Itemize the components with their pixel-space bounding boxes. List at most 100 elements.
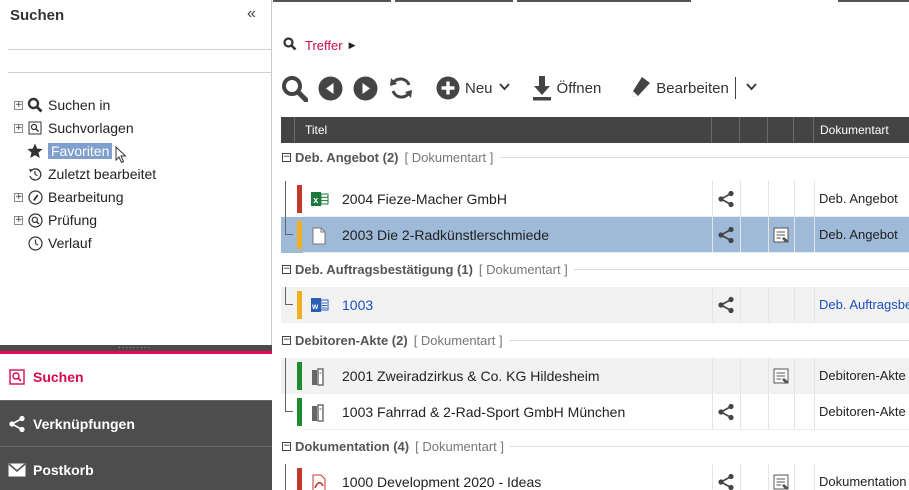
table-row[interactable]: w 1003 Deb. Auftragsbestätigung — [281, 287, 909, 323]
group-header[interactable]: − Deb. Angebot (2) [ Dokumentart ] — [281, 143, 909, 171]
results-panel: Treffer ▶ Neu Öffnen Bearbeiten Titel Do… — [273, 0, 909, 490]
column-header-share[interactable] — [712, 117, 740, 143]
refresh-icon — [390, 77, 412, 99]
status-bar — [297, 221, 302, 249]
share-cell[interactable] — [712, 394, 740, 430]
column-header-blank[interactable] — [794, 117, 814, 143]
tree-item-favoriten[interactable]: Favoriten — [14, 141, 128, 163]
tree-item-label: Verlauf — [48, 235, 92, 251]
table-row[interactable]: x 2004 Fieze-Macher GmbH Deb. Angebot — [281, 181, 909, 217]
review-icon — [27, 212, 43, 228]
excel-icon: x — [311, 191, 329, 207]
document-icon — [311, 227, 329, 245]
row-title: 1003 — [342, 297, 374, 313]
open-button[interactable]: Öffnen — [532, 75, 601, 101]
note-cell[interactable] — [768, 287, 794, 323]
group-type: [ Dokumentart ] — [478, 261, 568, 277]
status-bar — [297, 398, 302, 426]
row-doctype: Debitoren-Akte — [819, 368, 906, 383]
tree-item-label: Favoriten — [48, 143, 113, 159]
folder-icon — [311, 404, 329, 422]
share-cell[interactable] — [712, 181, 740, 217]
breadcrumb-treffer[interactable]: Treffer — [305, 38, 343, 53]
row-title: 1000 Development 2020 - Ideas — [342, 474, 542, 490]
mail-icon — [8, 461, 26, 479]
table-row[interactable]: 1000 Development 2020 - Ideas Dokumentati… — [281, 464, 909, 490]
row-doctype: Debitoren-Akte — [819, 404, 906, 419]
svg-text:x: x — [313, 195, 318, 205]
note-cell[interactable] — [768, 464, 794, 490]
tree-item-bearbeitung[interactable]: + Bearbeitung — [14, 187, 124, 207]
tree-item-suchvorlagen[interactable]: + Suchvorlagen — [14, 118, 134, 138]
edit-button[interactable]: Bearbeiten — [629, 76, 757, 100]
collapse-icon[interactable]: − — [282, 441, 291, 451]
tree-item-pruefung[interactable]: + Prüfung — [14, 210, 97, 230]
status-bar — [297, 291, 302, 319]
table-row[interactable]: 2001 Zweiradzirkus & Co. KG Hildesheim De… — [281, 358, 909, 394]
column-header-dokumentart[interactable]: Dokumentart — [814, 117, 909, 143]
share-cell[interactable] — [712, 217, 740, 253]
status-bar — [297, 185, 302, 213]
column-header-blank[interactable] — [740, 117, 768, 143]
group-name: Deb. Auftragsbestätigung (1) — [295, 261, 473, 277]
tree-item-suchen-in[interactable]: + Suchen in — [14, 95, 110, 115]
tree-item-label: Bearbeitung — [48, 189, 124, 205]
table-row[interactable]: 2003 Die 2-Radkünstlerschmiede Deb. Angeb… — [281, 217, 909, 253]
group-name: Deb. Angebot (2) — [295, 149, 399, 165]
search-button[interactable] — [281, 75, 308, 102]
row-title: 2003 Die 2-Radkünstlerschmiede — [342, 227, 549, 243]
row-doctype: Dokumentation — [819, 474, 907, 489]
header-indicator — [281, 117, 295, 143]
note-cell[interactable] — [768, 217, 794, 253]
collapse-icon[interactable]: − — [282, 152, 291, 162]
next-button[interactable] — [353, 76, 378, 101]
collapse-panel-button[interactable]: « — [247, 5, 256, 23]
nav-tab-postkorb[interactable]: Postkorb — [0, 446, 272, 490]
grid-header: Titel Dokumentart — [281, 117, 909, 143]
row-title: 1003 Fahrrad & 2-Rad-Sport GmbH München — [342, 404, 626, 420]
nav-tab-verknuepfungen[interactable]: Verknüpfungen — [0, 400, 272, 446]
search-input[interactable] — [8, 49, 271, 73]
table-row[interactable]: 1003 Fahrrad & 2-Rad-Sport GmbH München D… — [281, 394, 909, 430]
tree-item-label: Suchvorlagen — [48, 120, 134, 136]
pen-icon — [632, 77, 651, 97]
row-title: 2001 Zweiradzirkus & Co. KG Hildesheim — [342, 368, 600, 384]
expand-icon[interactable]: + — [14, 215, 23, 225]
group-header[interactable]: − Debitoren-Akte (2) [ Dokumentart ] — [281, 326, 909, 354]
top-tab-strip — [273, 0, 909, 3]
column-header-note[interactable] — [768, 117, 794, 143]
nav-tab-label: Suchen — [33, 369, 84, 385]
arrow-right-icon — [353, 76, 378, 100]
refresh-button[interactable] — [388, 75, 414, 101]
chevron-down-icon[interactable] — [746, 82, 757, 94]
column-header-titel[interactable]: Titel — [295, 117, 712, 143]
tree-item-label: Zuletzt bearbeitet — [48, 166, 157, 182]
group-header[interactable]: − Deb. Auftragsbestätigung (1) [ Dokumen… — [281, 255, 909, 283]
collapse-icon[interactable]: − — [282, 335, 291, 345]
expand-icon[interactable]: + — [14, 192, 23, 202]
share-cell[interactable] — [712, 358, 740, 394]
expand-icon[interactable]: + — [14, 123, 23, 133]
breadcrumb-arrow-icon[interactable]: ▶ — [349, 40, 356, 51]
nav-tab-suchen[interactable]: Suchen — [0, 354, 272, 400]
tree-item-verlauf[interactable]: Verlauf — [14, 233, 92, 253]
tree-item-zuletzt-bearbeitet[interactable]: Zuletzt bearbeitet — [14, 164, 156, 184]
note-cell[interactable] — [768, 358, 794, 394]
toolbar: Neu Öffnen Bearbeiten — [281, 68, 767, 108]
previous-button[interactable] — [318, 76, 343, 101]
search-icon — [283, 37, 297, 54]
collapse-icon[interactable]: − — [282, 264, 291, 274]
word-icon: w — [311, 297, 329, 313]
group-name: Dokumentation (4) — [295, 438, 410, 454]
note-cell[interactable] — [768, 394, 794, 430]
panel-title: Suchen — [10, 7, 65, 24]
new-button[interactable]: Neu — [436, 76, 510, 100]
note-cell[interactable] — [768, 181, 794, 217]
group-header[interactable]: − Dokumentation (4) [ Dokumentart ] — [281, 432, 909, 460]
arrow-left-icon — [318, 76, 343, 100]
expand-icon[interactable]: + — [14, 100, 23, 110]
share-cell[interactable] — [712, 287, 740, 323]
edit-button-label: Bearbeiten — [656, 79, 729, 97]
share-cell[interactable] — [712, 464, 740, 490]
share-icon — [718, 403, 734, 421]
